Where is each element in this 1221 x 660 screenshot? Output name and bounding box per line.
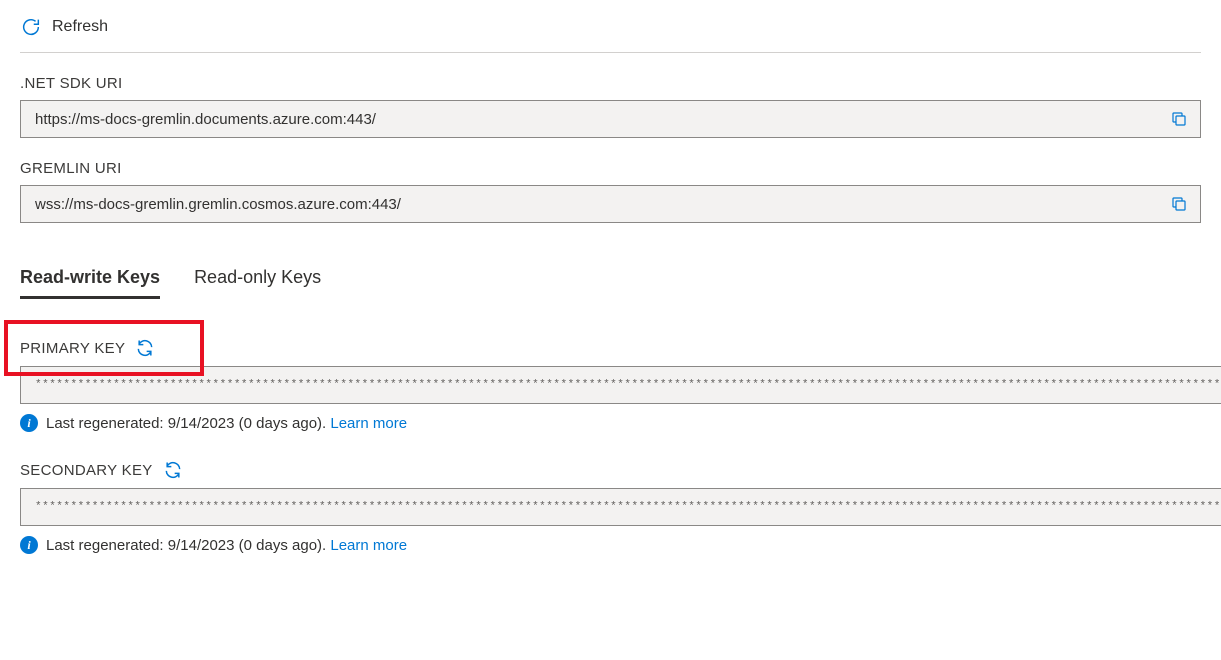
regenerate-icon[interactable] <box>163 460 183 480</box>
learn-more-link[interactable]: Learn more <box>330 415 407 432</box>
secondary-key-regenerated-text: Last regenerated: 9/14/2023 (0 days ago)… <box>46 537 330 554</box>
secondary-key-value: ****************************************… <box>35 501 1221 513</box>
primary-key-label: PRIMARY KEY <box>20 340 125 357</box>
primary-key-value: ****************************************… <box>35 379 1221 391</box>
secondary-key-info: i Last regenerated: 9/14/2023 (0 days ag… <box>20 536 1201 554</box>
copy-icon[interactable] <box>1168 108 1190 130</box>
refresh-label: Refresh <box>52 18 108 36</box>
net-sdk-uri-block: .NET SDK URI https://ms-docs-gremlin.doc… <box>20 75 1201 138</box>
secondary-key-label: SECONDARY KEY <box>20 462 153 479</box>
net-sdk-uri-input[interactable]: https://ms-docs-gremlin.documents.azure.… <box>20 100 1201 138</box>
primary-key-label-row: PRIMARY KEY <box>20 338 1201 358</box>
learn-more-link[interactable]: Learn more <box>330 537 407 554</box>
info-icon: i <box>20 414 38 432</box>
gremlin-uri-label: GREMLIN URI <box>20 160 1201 177</box>
refresh-button[interactable]: Refresh <box>20 16 108 38</box>
copy-icon[interactable] <box>1168 193 1190 215</box>
secondary-key-label-row: SECONDARY KEY <box>20 460 1201 480</box>
secondary-key-input[interactable]: ****************************************… <box>20 488 1221 526</box>
gremlin-uri-value: wss://ms-docs-gremlin.gremlin.cosmos.azu… <box>35 196 401 213</box>
primary-key-info: i Last regenerated: 9/14/2023 (0 days ag… <box>20 414 1201 432</box>
secondary-key-block: SECONDARY KEY **************************… <box>20 460 1201 554</box>
toolbar: Refresh <box>20 12 1201 53</box>
keys-tabs: Read-write Keys Read-only Keys <box>20 267 1201 300</box>
refresh-icon <box>20 16 42 38</box>
primary-key-input[interactable]: ****************************************… <box>20 366 1221 404</box>
info-icon: i <box>20 536 38 554</box>
net-sdk-uri-label: .NET SDK URI <box>20 75 1201 92</box>
gremlin-uri-input[interactable]: wss://ms-docs-gremlin.gremlin.cosmos.azu… <box>20 185 1201 223</box>
regenerate-icon[interactable] <box>135 338 155 358</box>
gremlin-uri-block: GREMLIN URI wss://ms-docs-gremlin.gremli… <box>20 160 1201 223</box>
tab-read-write-keys[interactable]: Read-write Keys <box>20 267 160 299</box>
net-sdk-uri-value: https://ms-docs-gremlin.documents.azure.… <box>35 111 376 128</box>
primary-key-regenerated-text: Last regenerated: 9/14/2023 (0 days ago)… <box>46 415 330 432</box>
primary-key-block: PRIMARY KEY ****************************… <box>20 338 1201 432</box>
tab-read-only-keys[interactable]: Read-only Keys <box>194 267 321 299</box>
